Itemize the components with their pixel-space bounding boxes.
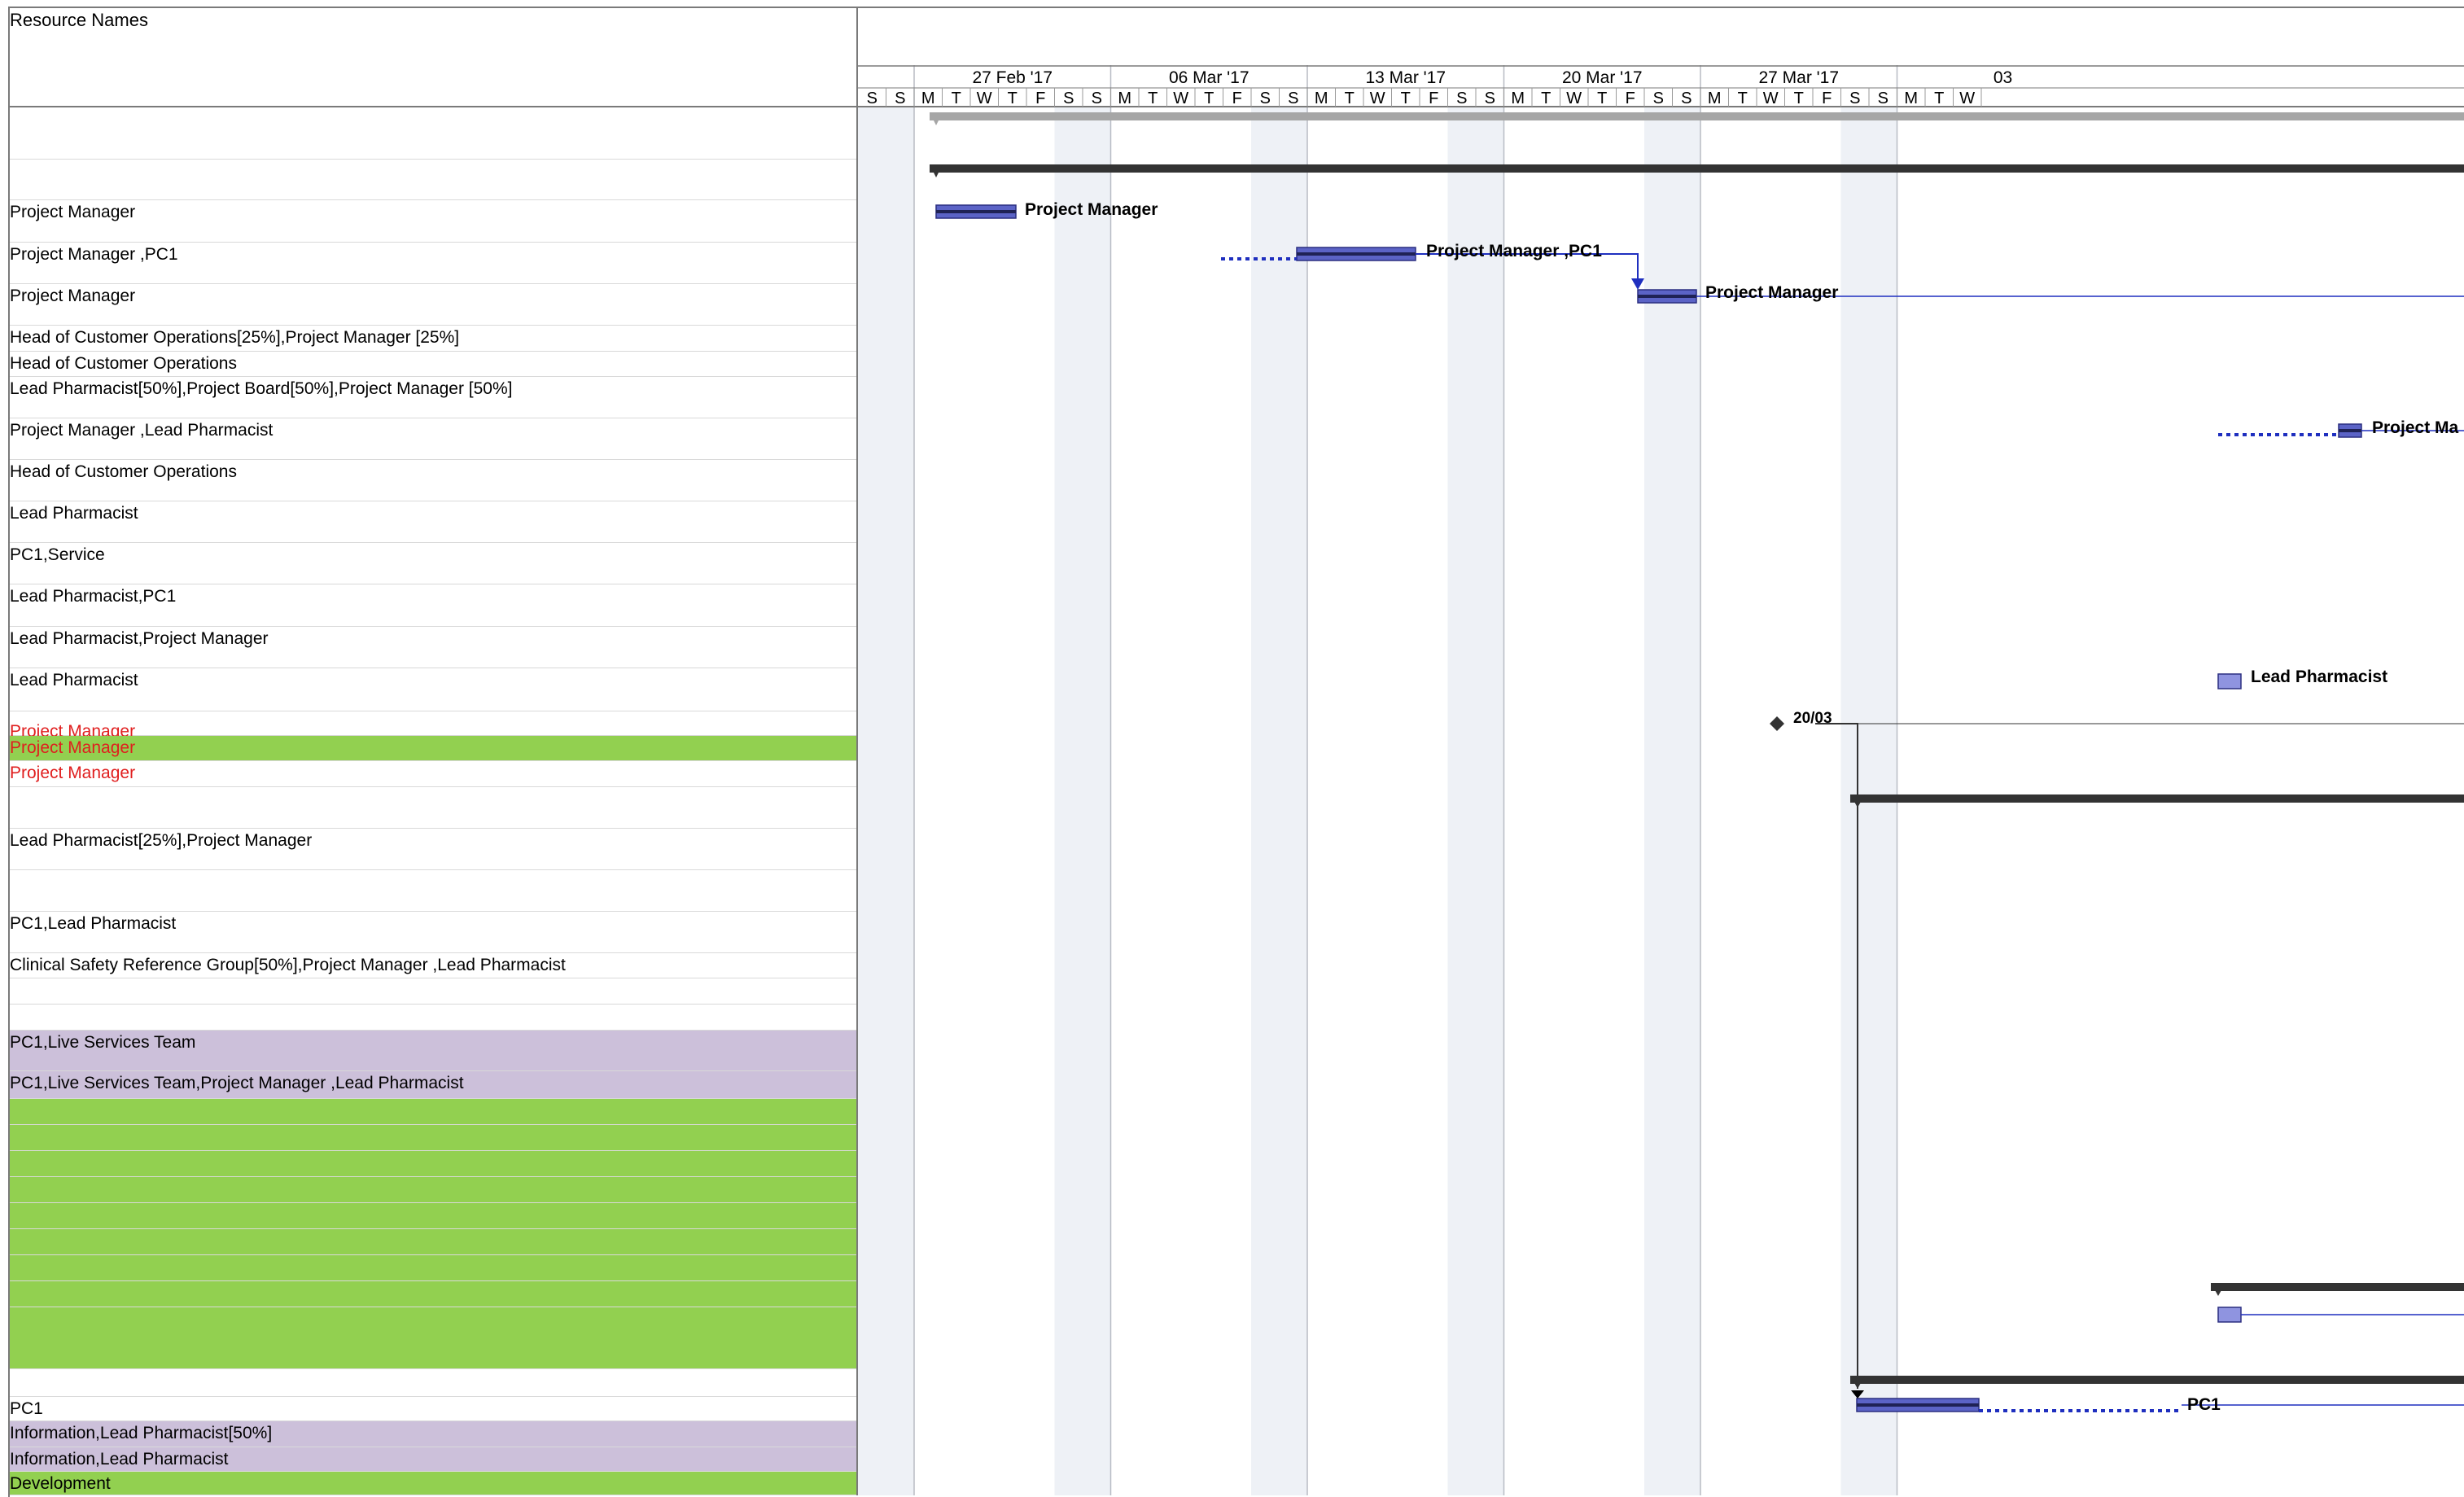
dependency-arrow [1631, 278, 1644, 290]
day-label: M [921, 90, 935, 107]
day-label: S [1288, 90, 1298, 107]
day-label: M [1511, 90, 1525, 107]
summary-bar [930, 112, 2464, 120]
day-label: W [1566, 90, 1582, 107]
bar-label: PC1 [2187, 1395, 2221, 1414]
week-label: 13 Mar '17 [1365, 68, 1446, 87]
summary-bar [1850, 794, 2464, 803]
day-label: T [1597, 90, 1607, 107]
day-label: S [1092, 90, 1102, 107]
week-label: 20 Mar '17 [1562, 68, 1643, 87]
day-label: W [1763, 90, 1779, 107]
day-label: W [977, 90, 992, 107]
day-label: W [1959, 90, 1975, 107]
bar-label: Project Manager ,PC1 [1426, 242, 1602, 260]
day-label: M [1708, 90, 1722, 107]
day-label: F [1822, 90, 1832, 107]
day-label: S [1878, 90, 1888, 107]
day-label: T [1345, 90, 1355, 107]
day-label: T [1738, 90, 1748, 107]
day-label: S [895, 90, 905, 107]
day-label: F [1232, 90, 1242, 107]
day-label: S [1681, 90, 1692, 107]
day-label: S [1653, 90, 1664, 107]
summary-bar [1850, 1376, 2464, 1384]
day-label: T [1204, 90, 1214, 107]
day-label: T [1008, 90, 1018, 107]
task-bar-unstarted [2217, 673, 2242, 689]
milestone-diamond [1770, 716, 1784, 731]
day-label: S [1849, 90, 1860, 107]
day-label: M [1904, 90, 1918, 107]
week-label: 27 Feb '17 [972, 68, 1053, 87]
weekend-shade [1054, 107, 1111, 1495]
day-label: T [1934, 90, 1944, 107]
day-label: S [1456, 90, 1467, 107]
bar-label: 20/03 [1793, 710, 1832, 727]
week-label: 03 [1994, 68, 2012, 87]
day-label: S [1260, 90, 1271, 107]
day-label: S [1485, 90, 1495, 107]
day-label: F [1626, 90, 1635, 107]
bar-label: Lead Pharmacist [2251, 668, 2388, 686]
weekend-shade [1447, 107, 1504, 1495]
task-bar-unstarted [2217, 1307, 2242, 1323]
day-label: W [1370, 90, 1385, 107]
day-label: F [1035, 90, 1045, 107]
week-label: 27 Mar '17 [1758, 68, 1839, 87]
day-label: T [952, 90, 961, 107]
day-label: T [1541, 90, 1551, 107]
day-label: S [867, 90, 877, 107]
day-label: F [1429, 90, 1438, 107]
bar-label: Project Manager [1025, 200, 1158, 219]
gantt-chart: 27 Feb '17 06 Mar '17 13 Mar '17 20 Mar '17… [858, 65, 2464, 1495]
weekend-shade [858, 107, 914, 1495]
day-label: M [1118, 90, 1131, 107]
day-label: T [1148, 90, 1158, 107]
weekend-shade [1644, 107, 1700, 1495]
day-label: T [1794, 90, 1804, 107]
bar-label: Project Manager [1705, 283, 1839, 302]
day-label: T [1401, 90, 1411, 107]
day-label: M [1315, 90, 1328, 107]
weekend-shade [1251, 107, 1307, 1495]
day-label: W [1173, 90, 1188, 107]
week-label: 06 Mar '17 [1169, 68, 1250, 87]
bar-label: Project Ma [2372, 418, 2459, 437]
summary-bar [930, 164, 2464, 173]
day-label: S [1063, 90, 1074, 107]
summary-bar [2211, 1283, 2464, 1291]
